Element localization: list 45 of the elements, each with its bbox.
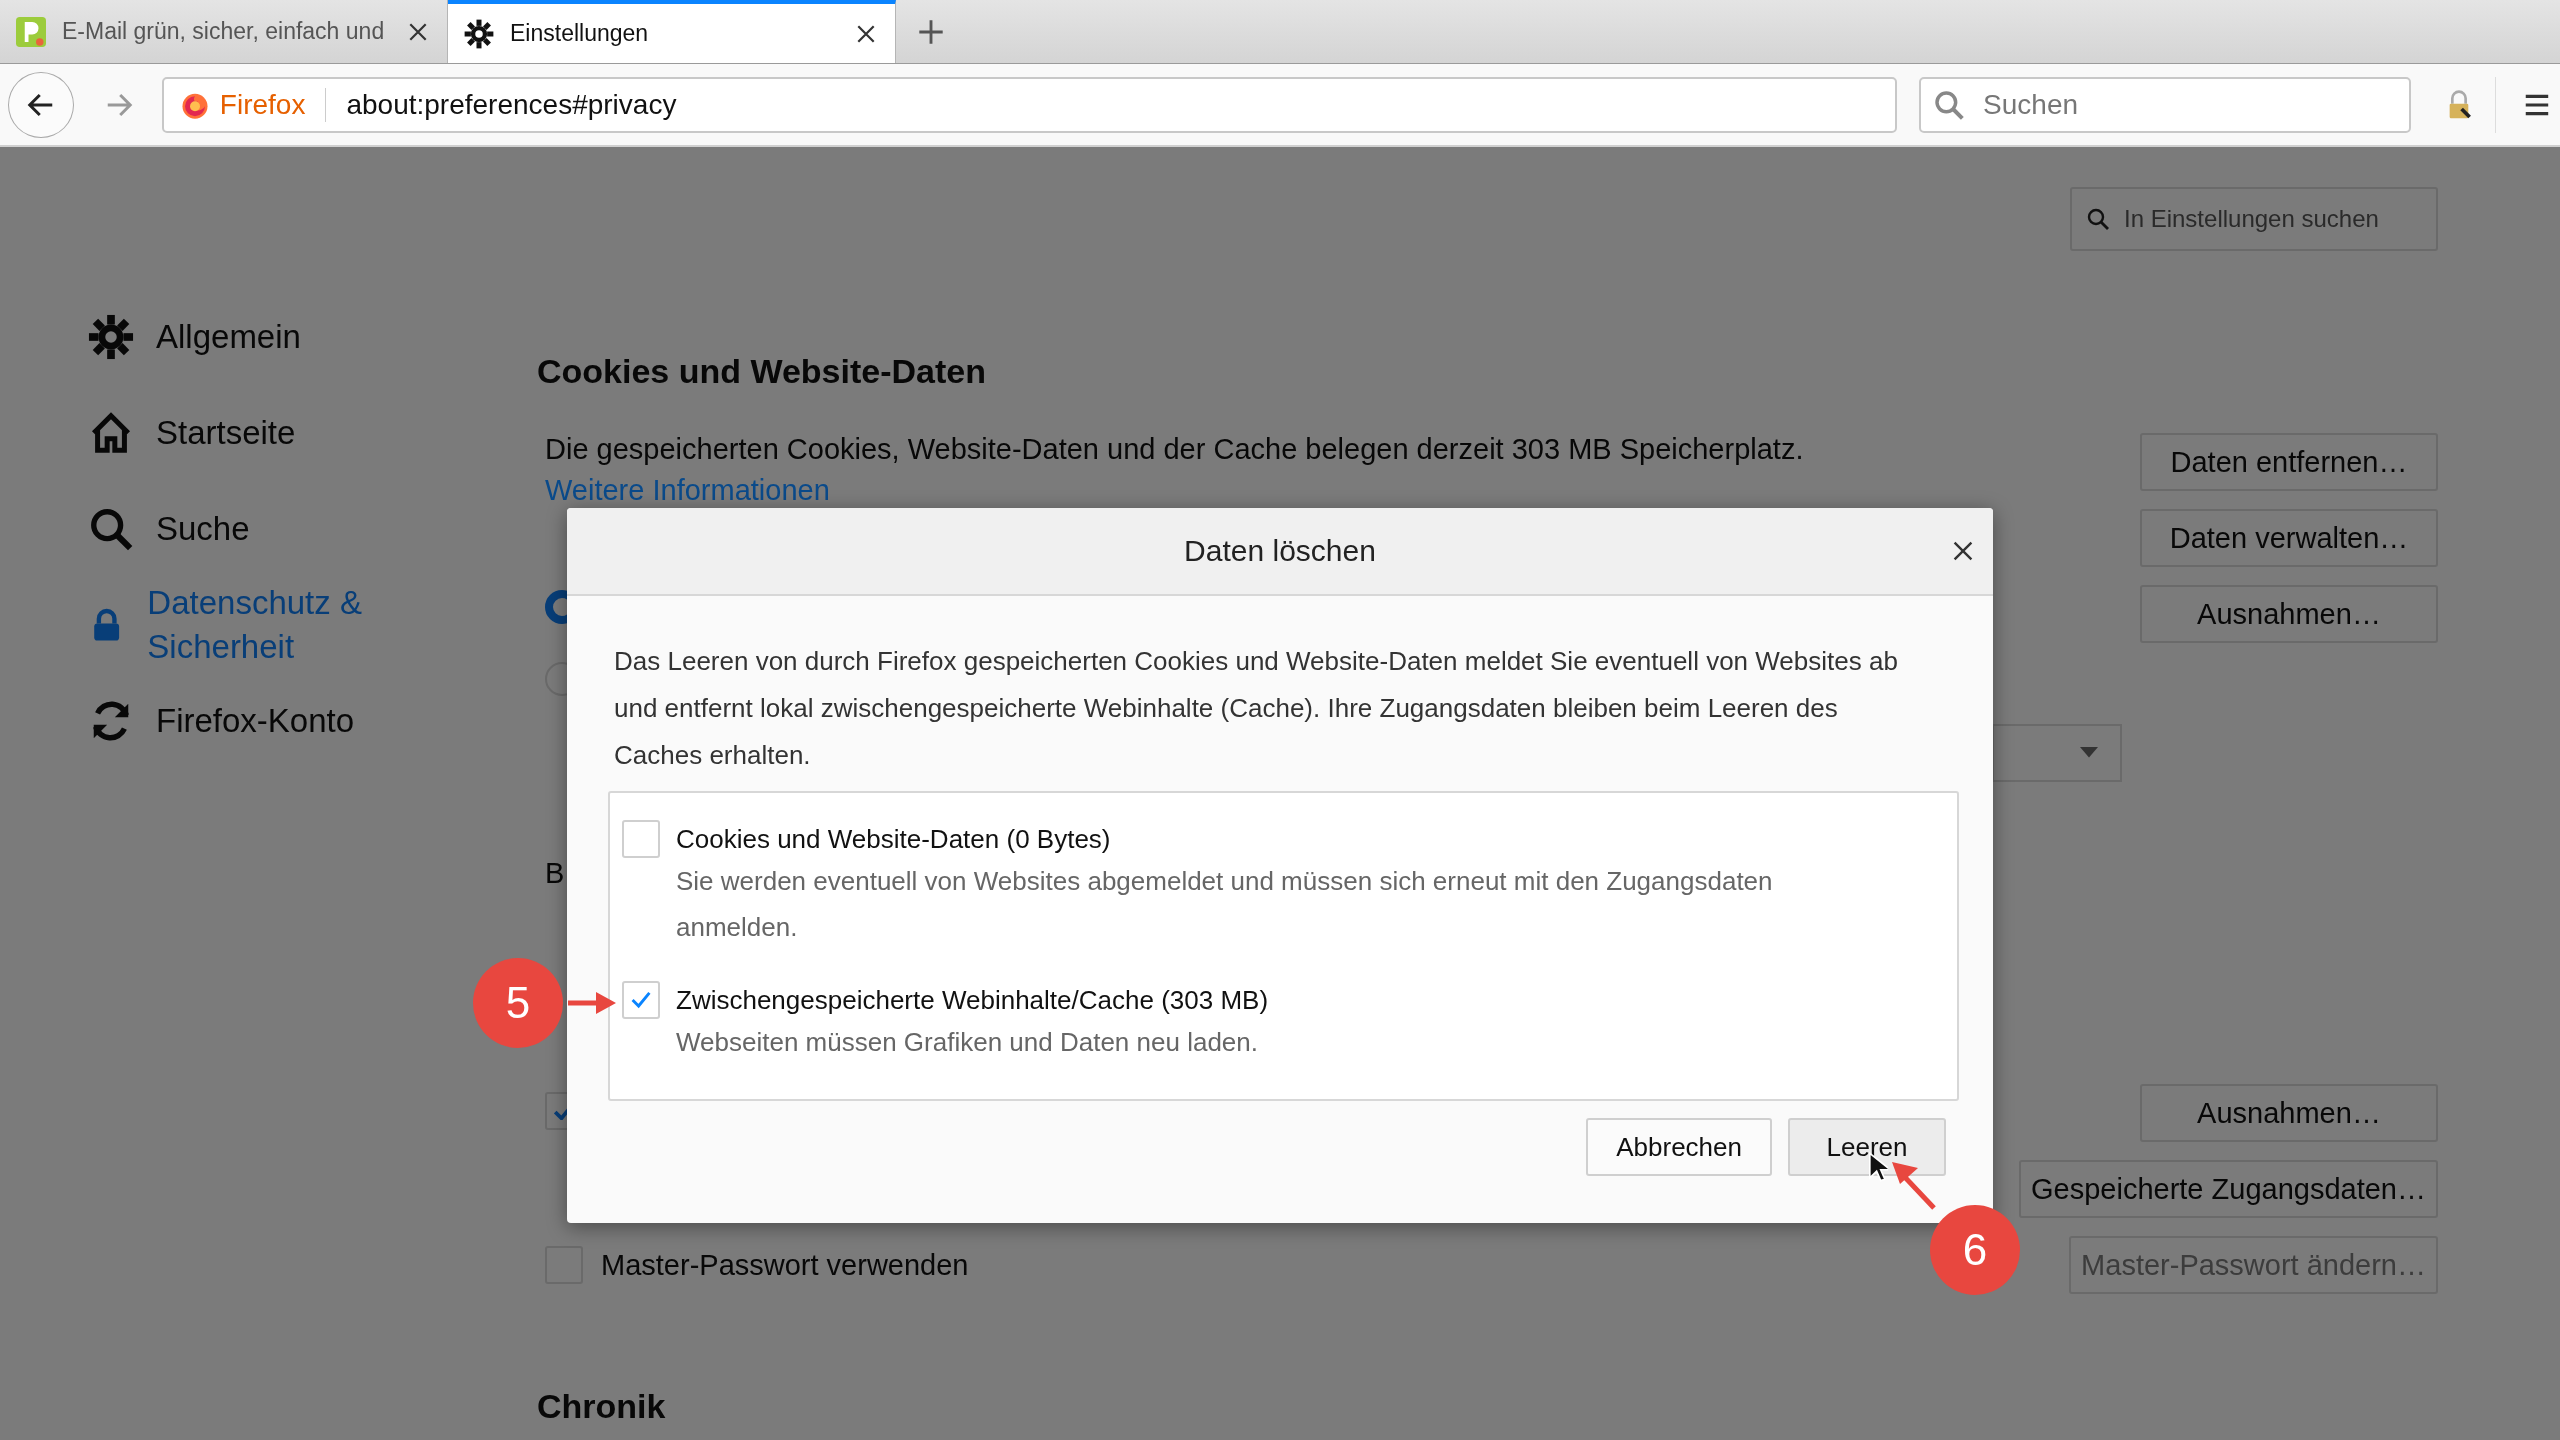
gear-icon bbox=[88, 314, 134, 360]
option-description: Sie werden eventuell von Websites abgemeldet und müssen sich erneut mit den Zugangsdaten anmelden. bbox=[676, 865, 1774, 944]
tab-title: E-Mail grün, sicher, einfach und bbox=[62, 18, 386, 45]
sidebar-item[interactable]: Firefox-Konto bbox=[88, 673, 448, 769]
section-heading: Cookies und Website-Daten bbox=[537, 351, 986, 391]
settings-button[interactable]: Ausnahmen… bbox=[2140, 1084, 2438, 1142]
settings-button[interactable]: Daten verwalten… bbox=[2140, 509, 2438, 567]
dialog-button[interactable]: Leeren bbox=[1788, 1118, 1946, 1176]
sidebar-item[interactable]: Datenschutz & Sicherheit bbox=[88, 577, 448, 673]
settings-button[interactable]: Daten entfernen… bbox=[2140, 433, 2438, 491]
url-text: about:preferences#privacy bbox=[346, 88, 677, 121]
search-icon bbox=[88, 506, 134, 552]
search-field[interactable]: Suchen bbox=[1919, 76, 2412, 133]
gear-icon bbox=[464, 18, 494, 49]
setting-label: B bbox=[545, 857, 565, 890]
page-icon bbox=[16, 16, 46, 47]
search-icon bbox=[2086, 207, 2110, 231]
settings-button[interactable]: Ausnahmen… bbox=[2140, 585, 2438, 643]
checkbox-label: Master-Passwort verwenden bbox=[601, 1248, 969, 1282]
settings-button[interactable]: Gespeicherte Zugangsdaten… bbox=[2019, 1160, 2438, 1218]
option-description: Webseiten müssen Grafiken und Daten neu laden. bbox=[676, 1026, 1259, 1059]
sidebar-item[interactable]: Startseite bbox=[88, 385, 448, 481]
browser-name-label: Firefox bbox=[219, 88, 306, 121]
dialog-text: Das Leeren von durch Firefox gespeicherten Cookies und Website-Daten meldet Sie eventuell von Websites ab und entfernt lokal zwischengespeicherte Webinhalte (Cache). Ihre Zugangsdaten bleiben beim Leeren des Caches erhalten. bbox=[614, 645, 1899, 772]
dialog-button[interactable]: Abbrechen bbox=[1586, 1118, 1772, 1176]
sidebar-item[interactable]: Suche bbox=[88, 481, 448, 577]
step-number-badge: 5 bbox=[473, 958, 563, 1048]
checkbox-label: Cookies und Website-Daten (0 Bytes) bbox=[676, 823, 1112, 856]
browser-tab[interactable]: Einstellungen bbox=[448, 0, 896, 63]
browser-tab[interactable]: E-Mail grün, sicher, einfach und bbox=[0, 0, 448, 63]
step-number-badge: 6 bbox=[1930, 1205, 2020, 1295]
dialog-title: Daten löschen bbox=[1184, 534, 1376, 568]
section-heading: Chronik bbox=[537, 1386, 666, 1426]
close-icon[interactable] bbox=[1951, 539, 1975, 563]
caret-icon bbox=[2080, 747, 2098, 759]
sidebar-item[interactable]: Allgemein bbox=[88, 289, 448, 385]
address-bar[interactable]: Firefox about:preferences#privacy bbox=[161, 76, 1898, 133]
description-text: Die gespeicherten Cookies, Website-Daten und der Cache belegen derzeit 303 MB Speicherplatz. bbox=[545, 433, 1804, 466]
checkbox-label: Zwischengespeicherte Webinhalte/Cache (303 MB) bbox=[676, 984, 1270, 1017]
settings-search-field[interactable]: In Einstellungen suchen bbox=[2070, 187, 2438, 251]
search-icon bbox=[1933, 88, 1966, 121]
tab-title: Einstellungen bbox=[510, 20, 650, 47]
new-tab-icon[interactable] bbox=[918, 18, 944, 45]
arrow bbox=[1890, 1160, 1938, 1210]
radio-button[interactable] bbox=[545, 590, 567, 624]
